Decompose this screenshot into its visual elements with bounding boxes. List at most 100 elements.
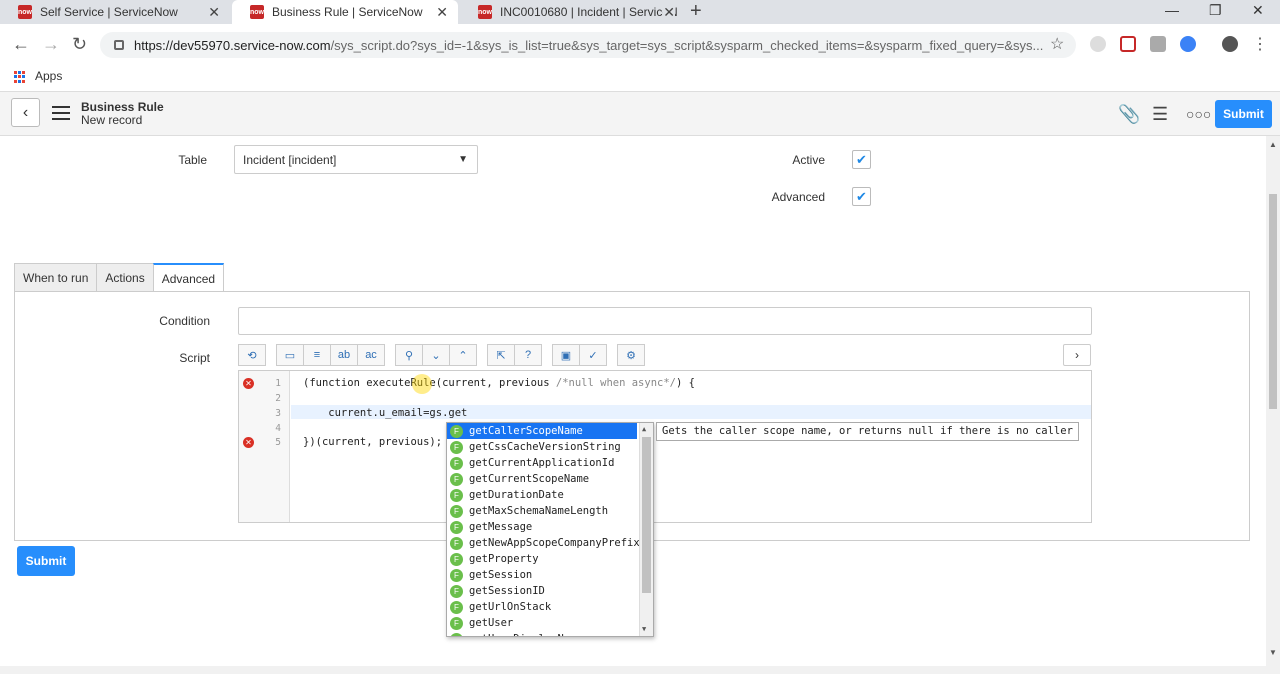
toggle-syntax-icon[interactable]: ⟲ [238,344,266,366]
bookmark-star-icon[interactable]: ☆ [1050,34,1064,54]
condition-label: Condition [159,314,210,328]
format-code-icon[interactable]: ≡ [303,344,331,366]
code-line-1: (function executeRule(current, previous … [303,377,695,389]
personalize-sliders-icon[interactable]: ☰ [1152,104,1168,125]
autocomplete-item[interactable]: FgetProperty [447,551,637,567]
script-editor[interactable]: ✕ ✕ 1 2 3 4 5 (function executeRule(curr… [238,370,1092,523]
scroll-down-icon[interactable]: ▼ [642,625,646,633]
autocomplete-item[interactable]: FgetUserDisplayName [447,631,637,636]
tab-when-to-run[interactable]: When to run [14,263,98,292]
autocomplete-item[interactable]: FgetUrlOnStack [447,599,637,615]
browser-tab-self-service[interactable]: now Self Service | ServiceNow ✕ [0,0,230,24]
autocomplete-item[interactable]: FgetCallerScopeName [447,423,637,439]
browser-tab-business-rule[interactable]: now Business Rule | ServiceNow ✕ [232,0,458,24]
browser-menu-icon[interactable]: ⋮ [1252,34,1268,54]
submit-button-bottom[interactable]: Submit [17,546,75,576]
form-header: ‹ Business Rule New record 📎 ☰ ○○○ Submi… [0,92,1280,136]
replace-icon[interactable]: ab [330,344,358,366]
submit-button-top[interactable]: Submit [1215,100,1272,128]
record-subtitle: New record [81,113,143,127]
condition-input[interactable] [238,307,1092,335]
back-button[interactable]: ‹ [11,98,40,127]
address-bar[interactable]: https://dev55970.service-now.com/sys_scr… [100,32,1076,58]
active-checkbox[interactable]: ✔ [852,150,871,169]
minimize-icon[interactable]: — [1165,2,1179,18]
tab-actions[interactable]: Actions [96,263,154,292]
function-badge-icon: F [450,456,463,470]
debug-icon[interactable]: ⚙ [617,344,645,366]
function-badge-icon: F [450,584,463,598]
close-tab-icon[interactable]: ✕ [436,4,448,21]
replace-all-icon[interactable]: ac [357,344,385,366]
servicenow-favicon-icon: now [250,5,264,19]
restore-icon[interactable]: ❐ [1209,2,1222,19]
context-menu-icon[interactable] [52,106,70,120]
tab-advanced[interactable]: Advanced [152,263,225,292]
star-extension-icon[interactable] [1180,36,1196,52]
scroll-up-icon[interactable]: ▲ [1269,140,1277,149]
autocomplete-item[interactable]: FgetNewAppScopeCompanyPrefix [447,535,640,551]
new-tab-icon[interactable]: + [690,0,702,23]
browser-tab-bar: now Self Service | ServiceNow ✕ now Busi… [0,0,1280,24]
autocomplete-item[interactable]: FgetCurrentScopeName [447,471,637,487]
servicenow-favicon-icon: now [478,5,492,19]
extension-icon[interactable] [1090,36,1106,52]
chevron-right-icon: › [1075,348,1079,362]
function-badge-icon: F [450,616,463,630]
function-badge-icon: F [450,520,463,534]
close-tab-icon[interactable]: ✕ [208,4,220,21]
table-select-value: Incident [incident] [243,153,337,167]
pocket-extension-icon[interactable] [1120,36,1136,52]
find-previous-icon[interactable]: ⌃ [449,344,477,366]
checkmark-icon: ✔ [856,188,867,204]
function-badge-icon: F [450,472,463,486]
autocomplete-item[interactable]: FgetCurrentApplicationId [447,455,637,471]
profile-avatar-icon[interactable] [1222,36,1238,52]
more-options-icon[interactable]: ○○○ [1186,106,1211,122]
forward-arrow-icon[interactable]: → [42,34,60,55]
advanced-label: Advanced [771,190,825,204]
apps-grid-icon[interactable] [14,71,26,83]
browser-tab-incident[interactable]: now INC0010680 | Incident | ServiceN ✕ [460,0,685,24]
shield-extension-icon[interactable] [1150,36,1166,52]
syntax-check-icon[interactable]: ✓ [579,344,607,366]
line-number: 1 [275,378,281,389]
autocomplete-list[interactable]: FgetCallerScopeName FgetCssCacheVersionS… [446,422,654,637]
comment-icon[interactable]: ▭ [276,344,304,366]
url-host: https://dev55970.service-now.com [134,37,331,53]
close-tab-icon[interactable]: ✕ [663,4,675,21]
fullscreen-icon[interactable]: ⇱ [487,344,515,366]
search-icon[interactable]: ⚲ [395,344,423,366]
save-icon[interactable]: ▣ [552,344,580,366]
scroll-thumb[interactable] [1269,194,1277,409]
expand-panel-button[interactable]: › [1063,344,1091,366]
bookmarks-bar: Apps [0,64,1280,92]
attachment-paperclip-icon[interactable]: 📎 [1118,104,1140,125]
back-arrow-icon[interactable]: ← [12,34,30,55]
autocomplete-item[interactable]: FgetSessionID [447,583,637,599]
page-horizontal-scrollbar[interactable] [0,666,1280,674]
page-vertical-scrollbar[interactable]: ▲ ▼ [1266,136,1280,666]
autocomplete-item[interactable]: FgetMaxSchemaNameLength [447,503,637,519]
function-badge-icon: F [450,600,463,614]
function-badge-icon: F [450,424,463,438]
autocomplete-item[interactable]: FgetMessage [447,519,637,535]
scroll-thumb[interactable] [642,437,651,593]
autocomplete-item[interactable]: FgetUser [447,615,637,631]
table-select[interactable]: Incident [incident] ▼ [234,145,478,174]
scroll-up-icon[interactable]: ▲ [642,425,646,433]
find-next-icon[interactable]: ⌄ [422,344,450,366]
advanced-checkbox[interactable]: ✔ [852,187,871,206]
autocomplete-scrollbar[interactable]: ▲ ▼ [639,423,653,636]
autocomplete-item[interactable]: FgetSession [447,567,637,583]
autocomplete-tooltip: Gets the caller scope name, or returns n… [656,422,1079,441]
mouse-cursor-highlight [412,374,432,394]
help-icon[interactable]: ? [514,344,542,366]
tab-title: INC0010680 | Incident | ServiceN [500,5,678,19]
reload-icon[interactable]: ↻ [72,34,87,55]
autocomplete-item[interactable]: FgetCssCacheVersionString [447,439,637,455]
autocomplete-item[interactable]: FgetDurationDate [447,487,637,503]
window-close-icon[interactable]: ✕ [1252,2,1264,19]
scroll-down-icon[interactable]: ▼ [1269,648,1277,657]
apps-bookmark[interactable]: Apps [35,69,62,83]
